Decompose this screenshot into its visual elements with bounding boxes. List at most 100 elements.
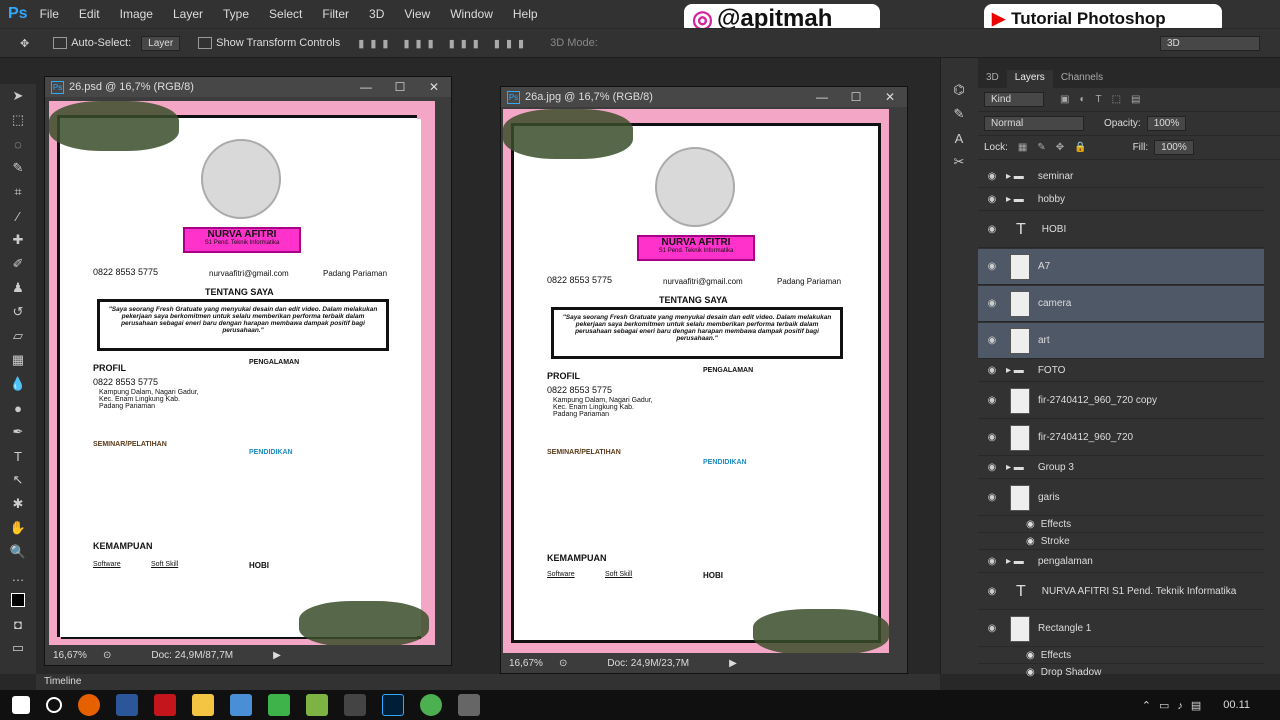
eraser-tool-icon[interactable]: ▱	[0, 324, 36, 348]
visibility-eye-icon[interactable]: ◉	[978, 171, 1006, 182]
menu-3d[interactable]: 3D	[369, 7, 384, 21]
store-icon[interactable]	[344, 694, 366, 716]
filter-icons[interactable]: ▣◐T⬚▤	[1060, 94, 1151, 105]
blend-mode-dropdown[interactable]: Normal	[984, 116, 1084, 131]
layer-row[interactable]: ◉ T HOBI	[978, 212, 1264, 248]
mail-icon[interactable]	[230, 694, 252, 716]
stamp-tool-icon[interactable]: ♟	[0, 276, 36, 300]
layer-row[interactable]: ◉ garis	[978, 480, 1264, 516]
doc1-arrow-icon[interactable]: ▶	[273, 650, 281, 661]
menu-view[interactable]: View	[404, 7, 430, 21]
layer-row[interactable]: ◉ fir-2740412_960_720 copy	[978, 383, 1264, 419]
color-swatches-icon[interactable]	[0, 588, 36, 612]
layer-row[interactable]: ◉ T NURVA AFITRI S1 Pend. Teknik Informati…	[978, 574, 1264, 610]
visibility-eye-icon[interactable]: ◉	[978, 623, 1006, 634]
menu-filter[interactable]: Filter	[322, 7, 349, 21]
tab-channels[interactable]: Channels	[1053, 70, 1111, 88]
document-window-1[interactable]: Ps 26.psd @ 16,7% (RGB/8) — ☐ ✕ NURVA AFIT…	[44, 76, 452, 666]
doc1-share-icon[interactable]: ⊙	[103, 650, 111, 661]
type-tool-icon[interactable]: T	[0, 444, 36, 468]
hand-tool-icon[interactable]: ✋	[0, 516, 36, 540]
crop-tool-icon[interactable]: ⌗	[0, 180, 36, 204]
layer-row[interactable]: ◉ fir-2740412_960_720	[978, 420, 1264, 456]
visibility-eye-icon[interactable]: ◉	[978, 432, 1006, 443]
menu-layer[interactable]: Layer	[173, 7, 203, 21]
layer-row[interactable]: ◉ art	[978, 323, 1264, 359]
kind-filter-dropdown[interactable]: Kind	[984, 92, 1044, 107]
quick-select-icon[interactable]: ✎	[0, 156, 36, 180]
visibility-eye-icon[interactable]: ◉	[978, 395, 1006, 406]
layer-dropdown[interactable]: Layer	[141, 35, 181, 51]
doc2-zoom[interactable]: 16,67%	[509, 658, 559, 669]
shape-tool-icon[interactable]: ✱	[0, 492, 36, 516]
align-icons[interactable]: ▮▮▮ ▮▮▮ ▮▮▮ ▮▮▮	[358, 37, 530, 50]
visibility-eye-icon[interactable]: ◉	[978, 298, 1006, 309]
maximize-icon[interactable]: ☐	[839, 90, 873, 104]
layer-row[interactable]: ◉ ▸ ▬ pengalaman	[978, 551, 1264, 573]
visibility-eye-icon[interactable]: ◉	[978, 462, 1006, 473]
close-icon[interactable]: ✕	[873, 90, 907, 104]
tab-3d[interactable]: 3D	[978, 70, 1007, 88]
firefox-icon[interactable]	[78, 694, 100, 716]
foxit-icon[interactable]	[154, 694, 176, 716]
layer-row[interactable]: ◉ Rectangle 1	[978, 611, 1264, 647]
minimize-icon[interactable]: —	[805, 90, 839, 104]
visibility-eye-icon[interactable]: ◉	[978, 365, 1006, 376]
doc1-canvas[interactable]: NURVA AFITRI S1 Pend. Teknik Informatika …	[49, 101, 435, 647]
layer-row[interactable]: ◉ Effects	[978, 517, 1264, 533]
doc2-titlebar[interactable]: Ps 26a.jpg @ 16,7% (RGB/8) — ☐ ✕	[501, 87, 907, 107]
visibility-eye-icon[interactable]: ◉	[978, 556, 1006, 567]
menu-window[interactable]: Window	[450, 7, 493, 21]
move-tool-icon[interactable]: ✥	[20, 37, 29, 50]
brush-tool-icon[interactable]: ✐	[0, 252, 36, 276]
tool-presets-icon[interactable]: ✂	[941, 150, 977, 174]
pen-tool-icon[interactable]: ✒	[0, 420, 36, 444]
chrome-icon[interactable]	[420, 694, 442, 716]
workspace-dropdown[interactable]: 3D	[1160, 35, 1260, 51]
photoshop-taskbar-icon[interactable]	[382, 694, 404, 716]
menu-select[interactable]: Select	[269, 7, 302, 21]
visibility-eye-icon[interactable]: ◉	[978, 335, 1006, 346]
visibility-eye-icon[interactable]: ◉	[978, 194, 1006, 205]
doc2-arrow-icon[interactable]: ▶	[729, 658, 737, 669]
maximize-icon[interactable]: ☐	[383, 80, 417, 94]
show-transform-checkbox[interactable]	[198, 37, 213, 49]
layer-row[interactable]: ◉ Effects	[978, 648, 1264, 664]
search-icon[interactable]	[46, 697, 62, 713]
quick-mask-icon[interactable]: ◘	[0, 612, 36, 636]
minimize-icon[interactable]: —	[349, 80, 383, 94]
history-panel-icon[interactable]: ⌬	[941, 78, 977, 102]
layer-row[interactable]: ◉ Stroke	[978, 534, 1264, 550]
doc1-zoom[interactable]: 16,67%	[53, 650, 103, 661]
layer-row[interactable]: ◉ Drop Shadow	[978, 665, 1264, 681]
character-panel-icon[interactable]: A	[941, 126, 977, 150]
brush-panel-icon[interactable]: ✎	[941, 102, 977, 126]
lock-icons[interactable]: ▦✎✥🔒	[1018, 142, 1097, 153]
camtasia-icon[interactable]	[268, 694, 290, 716]
layer-row[interactable]: ◉ ▸ ▬ hobby	[978, 189, 1264, 211]
layer-row[interactable]: ◉ camera	[978, 286, 1264, 322]
menu-edit[interactable]: Edit	[79, 7, 100, 21]
zoom-tool-icon[interactable]: 🔍	[0, 540, 36, 564]
opacity-input[interactable]: 100%	[1146, 116, 1187, 131]
move-tool-icon[interactable]: ➤	[0, 84, 36, 108]
layer-row[interactable]: ◉ ▸ ▬ seminar	[978, 166, 1264, 188]
app2-icon[interactable]	[458, 694, 480, 716]
menu-type[interactable]: Type	[223, 7, 249, 21]
close-icon[interactable]: ✕	[417, 80, 451, 94]
gradient-tool-icon[interactable]: ▦	[0, 348, 36, 372]
visibility-eye-icon[interactable]: ◉	[978, 224, 1006, 235]
explorer-icon[interactable]	[192, 694, 214, 716]
layer-row[interactable]: ◉ ▸ ▬ FOTO	[978, 360, 1264, 382]
screen-mode-icon[interactable]: ▭	[0, 636, 36, 660]
more-tools-icon[interactable]: …	[0, 564, 36, 588]
doc1-titlebar[interactable]: Ps 26.psd @ 16,7% (RGB/8) — ☐ ✕	[45, 77, 451, 97]
path-select-icon[interactable]: ↖	[0, 468, 36, 492]
visibility-eye-icon[interactable]: ◉	[978, 586, 1006, 597]
blur-tool-icon[interactable]: 💧	[0, 372, 36, 396]
dodge-tool-icon[interactable]: ●	[0, 396, 36, 420]
fill-input[interactable]: 100%	[1154, 140, 1194, 155]
menu-image[interactable]: Image	[120, 7, 153, 21]
menu-file[interactable]: File	[40, 7, 59, 21]
lasso-tool-icon[interactable]: ◌	[0, 132, 36, 156]
